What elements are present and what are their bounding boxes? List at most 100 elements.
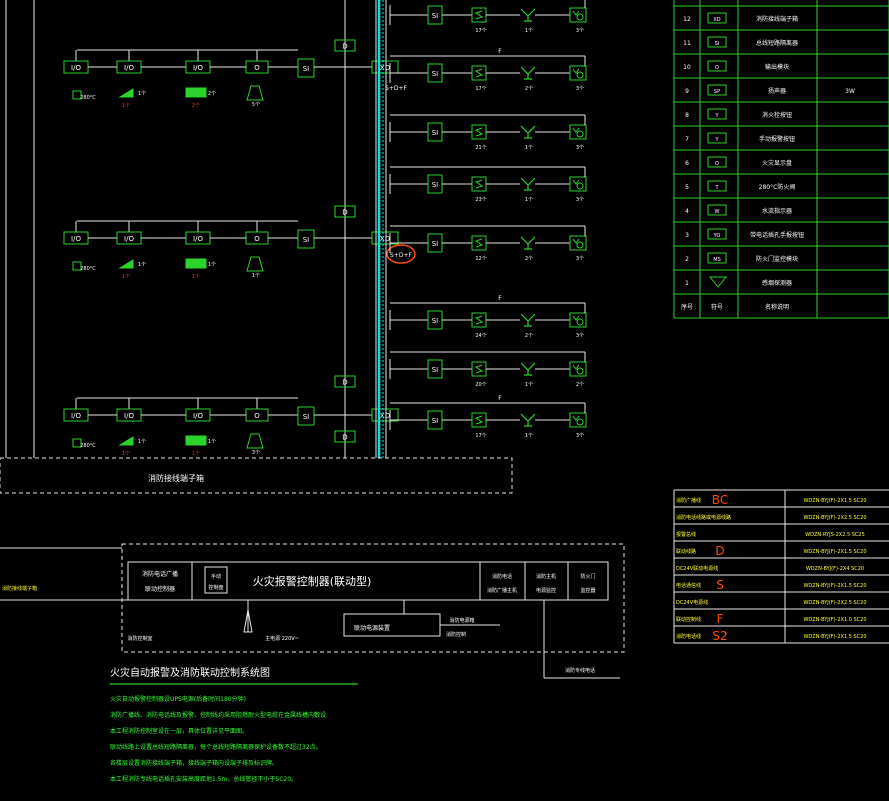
count-label: 3个 bbox=[576, 86, 584, 92]
speaker-icon bbox=[246, 256, 264, 272]
module-io3-label: I/O bbox=[193, 64, 203, 72]
controller-right-label: 消防电话 bbox=[492, 573, 512, 580]
cable-spec: WDZN-BYJ(F)-2X1.5 SC20 bbox=[803, 498, 866, 504]
count-label: 2个 bbox=[208, 91, 216, 97]
f-label: F bbox=[498, 395, 502, 402]
legend-num: 8 bbox=[685, 112, 689, 119]
red-label: 2个 bbox=[192, 103, 200, 109]
alarm-phone-icon-circle bbox=[576, 367, 584, 375]
linkage-power-label: 联动电源装置 bbox=[354, 624, 390, 632]
legend-name: 扬声器 bbox=[768, 87, 786, 95]
terminal-strip-box bbox=[0, 457, 513, 494]
module-io2-label: I/O bbox=[124, 235, 134, 243]
flow-indicator-symbol bbox=[118, 259, 134, 269]
note-line: 火灾自动报警控制器设UPS电源(后备时间180分钟) bbox=[110, 695, 246, 703]
terminal-box-xd-label: XD bbox=[380, 412, 390, 420]
count-label: 1个 bbox=[138, 91, 146, 97]
d-box-label: D bbox=[342, 43, 347, 51]
cable-name: 消防电话线路或电源线路 bbox=[676, 514, 731, 521]
count-label: 3个 bbox=[576, 433, 584, 439]
legend-symbol: W bbox=[715, 209, 720, 215]
legend-num: 9 bbox=[685, 88, 689, 95]
note-line: 消防广播线、消防电话线及报警、控制线均采用阻燃耐火型电缆在金属线槽内敷设 bbox=[110, 711, 326, 719]
controller-left-label: 消防电话广播 bbox=[142, 570, 178, 578]
red-label: 1个 bbox=[122, 274, 130, 280]
isolator-si-label: SI bbox=[432, 70, 439, 78]
legend-extra: 3W bbox=[845, 88, 855, 95]
count-label: 2个 bbox=[525, 256, 533, 262]
legend-symbol: T bbox=[714, 185, 719, 191]
manual-alarm-icon bbox=[520, 313, 536, 327]
manual-alarm-icon bbox=[520, 66, 536, 80]
legend-header: 符号 bbox=[711, 303, 723, 311]
count-label: 20个 bbox=[475, 382, 486, 388]
f-label: F bbox=[498, 48, 502, 55]
module-o-label: O bbox=[254, 412, 260, 420]
smoke-detector-icon-glyph bbox=[474, 315, 484, 325]
cable-spec: WDZN-RYJS-2X2.5 SC25 bbox=[805, 532, 865, 538]
fire-power-label: 消防控制 bbox=[446, 631, 466, 638]
module-io2-label: I/O bbox=[124, 64, 134, 72]
count-label: 1个 bbox=[138, 439, 146, 445]
cable-name: DC24V电源线 bbox=[676, 599, 708, 606]
legend-symbol: XD bbox=[713, 17, 720, 23]
fire-alarm-system-diagram: I/O I/O I/O O SI XD 280°C 1个 2个 5个 1个 2个 I/O I/O I/O O S… bbox=[0, 0, 889, 783]
legend-name: 防火门监控模块 bbox=[756, 255, 798, 263]
module-io2-label: I/O bbox=[124, 412, 134, 420]
count-label: 1个 bbox=[208, 262, 216, 268]
note-line: 本工程消防专线电话插孔安装高度距地1.5m，总线管径不小于SC20。 bbox=[110, 775, 297, 783]
legend-num: 2 bbox=[685, 256, 689, 263]
legend-symbol: MS bbox=[713, 257, 721, 263]
smoke-detector-icon-glyph bbox=[474, 415, 484, 425]
count-label: 1个 bbox=[252, 273, 260, 279]
bus-label-circled: S+D+F bbox=[390, 252, 412, 259]
cable-spec: WDZN-BYJ(F)-2X2.5 SC20 bbox=[803, 600, 866, 606]
count-label: 3个 bbox=[576, 333, 584, 339]
cable-name: 电话通信线 bbox=[676, 582, 701, 589]
isolator-si-label: SI bbox=[432, 129, 439, 137]
smoke-detector-icon-glyph bbox=[474, 127, 484, 137]
manual-alarm-icon bbox=[520, 125, 536, 139]
manual-alarm-icon bbox=[520, 362, 536, 376]
legend-num: 12 bbox=[683, 16, 691, 23]
module-io1-label: I/O bbox=[71, 64, 81, 72]
alarm-phone-icon-circle bbox=[576, 182, 584, 190]
count-label: 17个 bbox=[475, 28, 486, 34]
count-label: 3个 bbox=[576, 197, 584, 203]
legend-num: 5 bbox=[685, 184, 689, 191]
legend-header: 名称说明 bbox=[765, 303, 789, 311]
smoke-detector-icon-glyph bbox=[474, 179, 484, 189]
module-io3-label: I/O bbox=[193, 235, 203, 243]
legend-symbol: O bbox=[715, 161, 719, 167]
phone-line-label: 消防专线电话 bbox=[565, 667, 595, 674]
left-edge-label: 消防接线端子箱 bbox=[2, 585, 37, 592]
alarm-phone-icon-circle bbox=[576, 13, 584, 21]
cable-name: 消防广播线 bbox=[676, 497, 701, 504]
isolator-si-label: SI bbox=[432, 240, 439, 248]
notes-title: 火灾自动报警及消防联动控制系统图 bbox=[110, 666, 270, 679]
isolator-si-label: SI bbox=[303, 236, 310, 244]
count-label: 2个 bbox=[525, 333, 533, 339]
cable-name: 报警总线 bbox=[676, 531, 696, 538]
speaker-icon bbox=[246, 85, 264, 101]
damper-temp-label: 280°C bbox=[80, 443, 96, 449]
controller-right-label: 消防主机 bbox=[536, 573, 556, 580]
legend-name: 总线短路隔离器 bbox=[756, 39, 798, 47]
isolator-si-label: SI bbox=[432, 181, 439, 189]
module-io1-label: I/O bbox=[71, 235, 81, 243]
fire-door-module bbox=[185, 258, 207, 269]
manual-panel-label: 手动 bbox=[211, 573, 221, 580]
legend-name: 输出模块 bbox=[765, 63, 789, 71]
terminal-box-xd-label: XD bbox=[380, 235, 390, 243]
smoke-detector-icon-glyph bbox=[474, 364, 484, 374]
flow-indicator-symbol bbox=[118, 88, 134, 98]
count-label: 23个 bbox=[475, 197, 486, 203]
manual-alarm-icon bbox=[520, 177, 536, 191]
legend-symbol: Y bbox=[714, 137, 719, 143]
count-label: 17个 bbox=[475, 86, 486, 92]
damper-temp-label: 280°C bbox=[80, 95, 96, 101]
controller-main-label: 火灾报警控制器(联动型) bbox=[253, 574, 372, 588]
fire-door-module bbox=[185, 435, 207, 446]
fire-door-module bbox=[185, 87, 207, 98]
cable-handwritten-mark: F bbox=[717, 612, 724, 626]
